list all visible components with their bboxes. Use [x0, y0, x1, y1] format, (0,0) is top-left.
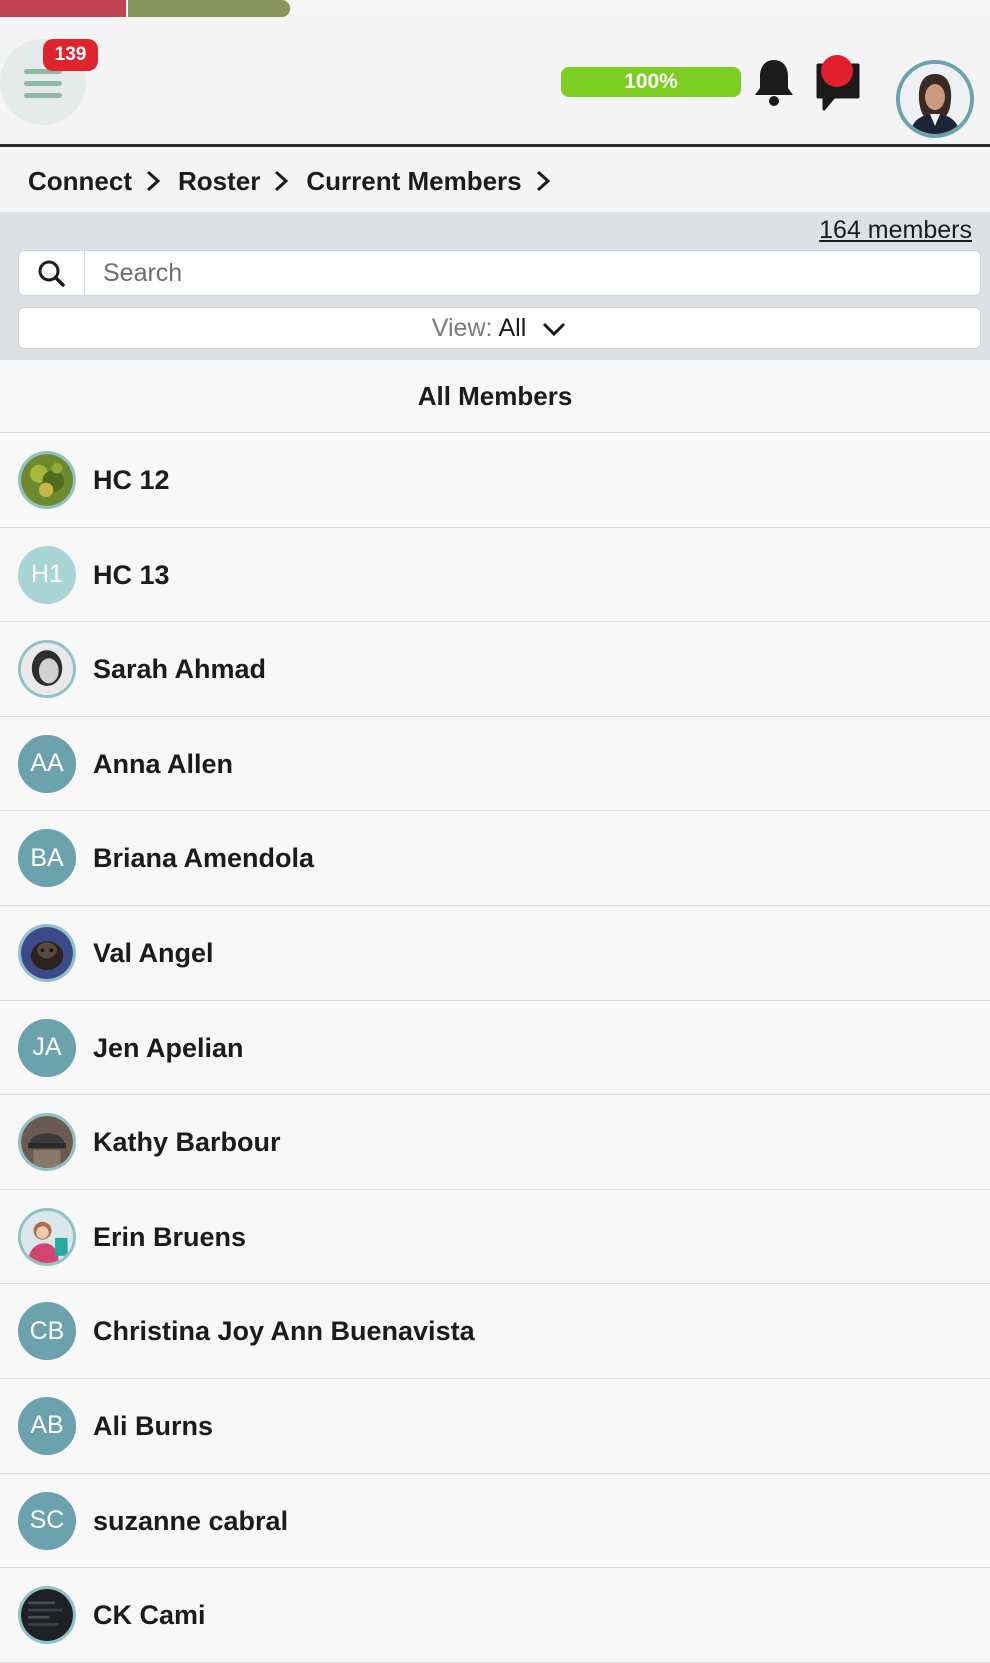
member-name: Anna Allen [93, 748, 234, 779]
member-avatar: AA [18, 734, 76, 793]
member-avatar: CB [18, 1302, 76, 1361]
member-avatar [18, 451, 76, 509]
avatar-initials: AA [30, 749, 64, 778]
notification-count-badge: 139 [43, 39, 98, 71]
chevron-right-icon [536, 170, 550, 192]
avatar-initials: H1 [31, 560, 63, 589]
breadcrumb-item-connect[interactable]: Connect [28, 166, 164, 197]
tree-photo-icon [21, 454, 73, 506]
member-name: HC 12 [93, 465, 170, 495]
avatar-initials: CB [29, 1316, 65, 1345]
avatar-initials: BA [30, 843, 64, 872]
member-row[interactable]: Kathy Barbour [0, 1095, 990, 1190]
progress-label: 100% [624, 70, 678, 93]
member-name: Jen Apelian [93, 1032, 244, 1063]
dark-photo-icon [21, 1589, 73, 1642]
breadcrumb-item-roster[interactable]: Roster [178, 166, 292, 197]
member-row[interactable]: CK Cami [0, 1568, 990, 1663]
profile-completion-progress: 100% [561, 67, 741, 97]
member-row[interactable]: Val Angel [0, 905, 990, 1001]
top-color-strip [0, 0, 990, 17]
portrait-photo-icon [21, 643, 73, 696]
search-icon [38, 260, 65, 287]
breadcrumb-label: Roster [178, 165, 261, 196]
search-box[interactable] [18, 250, 981, 296]
view-value: All [498, 314, 527, 342]
bell-icon[interactable] [753, 57, 795, 107]
member-row[interactable]: Sarah Ahmad [0, 622, 990, 717]
member-avatar [18, 1207, 76, 1266]
member-name: suzanne cabral [93, 1505, 289, 1536]
unread-dot [821, 55, 853, 87]
hat-photo-icon [21, 1116, 73, 1169]
hamburger-icon-bar [24, 81, 62, 86]
section-title: All Members [0, 360, 990, 433]
breadcrumb-label: Connect [28, 165, 132, 196]
user-avatar[interactable] [896, 60, 974, 138]
breadcrumb: Connect Roster Current Members [0, 150, 990, 212]
member-avatar: BA [18, 829, 76, 888]
member-row[interactable]: JA Jen Apelian [0, 1000, 990, 1096]
breadcrumb-label: Current Members [306, 165, 522, 196]
member-row[interactable]: HC 12 [0, 433, 990, 528]
avatar-initials: JA [32, 1033, 62, 1062]
avatar-initials: AB [30, 1411, 64, 1440]
dog-photo-icon [21, 926, 73, 979]
member-name: Sarah Ahmad [93, 654, 267, 685]
member-name: Briana Amendola [93, 843, 315, 874]
member-avatar [18, 923, 76, 982]
person-photo-icon [21, 1210, 73, 1263]
view-filter-select[interactable]: View: All [18, 307, 981, 349]
member-name: CK Cami [93, 1600, 206, 1631]
roster-filter-panel: 164 members View:All [0, 212, 990, 360]
member-count-link[interactable]: 164 members [819, 216, 972, 245]
member-row[interactable]: Erin Bruens [0, 1189, 990, 1285]
hamburger-icon-bar [24, 93, 62, 98]
strip-segment-red [0, 0, 126, 17]
member-avatar: SC [18, 1491, 76, 1550]
member-avatar: JA [18, 1018, 76, 1077]
member-row[interactable]: SC suzanne cabral [0, 1473, 990, 1569]
avatar-initials: SC [29, 1506, 65, 1535]
member-avatar: AB [18, 1396, 76, 1455]
member-row[interactable]: BA Briana Amendola [0, 811, 990, 906]
member-avatar [18, 1586, 76, 1645]
member-name: Erin Bruens [93, 1221, 247, 1252]
member-name: Ali Burns [93, 1410, 214, 1441]
view-label: View: [431, 314, 493, 342]
member-row[interactable]: H1 HC 13 [0, 527, 990, 623]
search-input[interactable] [103, 251, 963, 295]
member-avatar [18, 1113, 76, 1172]
chevron-down-icon [543, 323, 566, 337]
breadcrumb-item-current-members[interactable]: Current Members [306, 166, 553, 197]
chevron-right-icon [275, 170, 289, 192]
member-row[interactable]: AA Anna Allen [0, 716, 990, 812]
profile-photo-icon [900, 64, 970, 134]
member-name: Christina Joy Ann Buenavista [93, 1316, 475, 1347]
search-icon-button[interactable] [19, 251, 85, 295]
member-name: Kathy Barbour [93, 1127, 281, 1158]
member-avatar: H1 [18, 545, 76, 604]
member-name: Val Angel [93, 937, 214, 968]
strip-segment-green [128, 0, 290, 17]
member-row[interactable]: AB Ali Burns [0, 1378, 990, 1474]
member-avatar [18, 640, 76, 699]
member-name: HC 13 [93, 559, 170, 590]
chevron-right-icon [146, 170, 161, 192]
member-list: HC 12 H1 HC 13 Sarah Ahmad AA Anna Allen… [0, 433, 990, 1663]
member-row[interactable]: CB Christina Joy Ann Buenavista [0, 1284, 990, 1379]
app-header: 139 100% [0, 17, 990, 147]
